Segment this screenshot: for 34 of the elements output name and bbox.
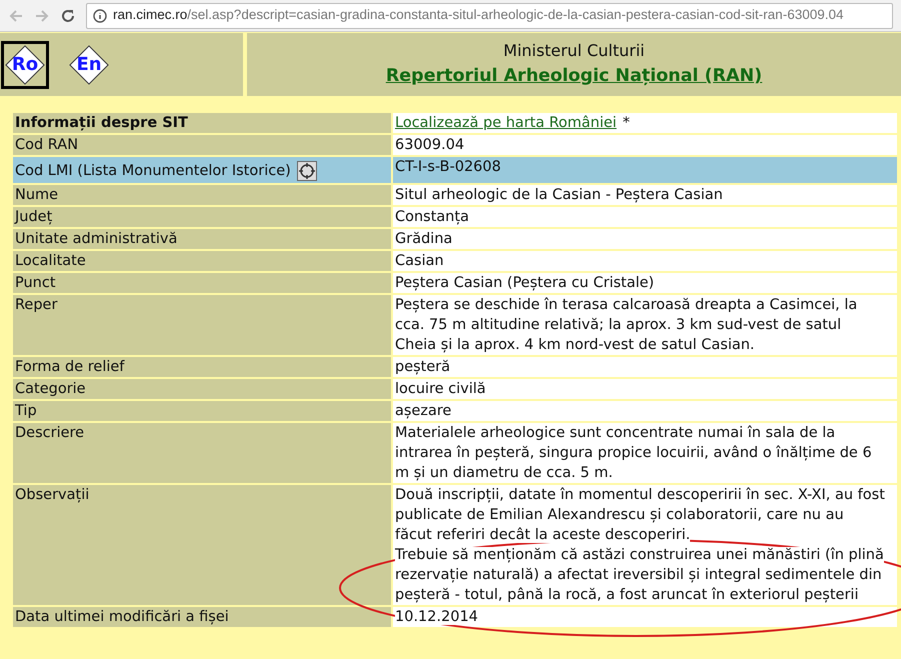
field-value-text: Materialele arheologice sunt concentrate numai în sala de la intrarea în peșteră, singura propice locuirii, având o înălțime de 6 m și un diametru de cca. 5 m. xyxy=(395,424,873,483)
field-label-cell: Observații xyxy=(13,485,391,605)
field-label-cell: Informații despre SIT xyxy=(13,113,391,133)
site-title-link[interactable]: Repertoriul Arheologic Național (RAN) xyxy=(386,63,762,90)
field-label-cell: Forma de relief xyxy=(13,357,391,377)
field-value-text: peșteră xyxy=(395,358,452,377)
field-label-cell: Punct xyxy=(13,273,391,293)
ministry-title: Ministerul Culturii xyxy=(503,40,645,62)
field-value-cell: Localizează pe harta României * xyxy=(393,113,897,133)
address-field[interactable]: ran.cimec.ro/sel.asp?descript=casian-gradina-constanta-situl-arheologic-de-la-casian-pestera-casian-cod-sit-ran-63009.04 xyxy=(86,2,893,28)
field-value-text: Situl arheologic de la Casian - Peștera Casian xyxy=(395,186,724,205)
field-label-cell: Județ xyxy=(13,207,391,227)
field-label-cell: Localitate xyxy=(13,251,391,271)
field-label-cell: Tip xyxy=(13,401,391,421)
field-label-cell: Descriere xyxy=(13,423,391,483)
field-label-cell: Data ultimei modificări a fișei xyxy=(13,607,391,627)
field-label-cell: Categorie xyxy=(13,379,391,399)
field-value-text: Trebuie să menționăm că astăzi construirea unei mănăstiri (în plină rezervație naturală) a afectat ireversibil și integral sedimentele din peșteră - totul, până la rocă, a fost aruncat în exteriorul peșterii xyxy=(395,546,885,605)
language-button[interactable]: Ro xyxy=(1,40,49,88)
map-link[interactable]: Localizează pe harta României xyxy=(395,115,617,131)
field-label-cell: Reper xyxy=(13,295,391,355)
field-label-cell: Cod LMI (Lista Monumentelor Istorice) xyxy=(13,157,391,183)
field-value-text: Peștera Casian (Peștera cu Cristale) xyxy=(395,274,656,293)
info-icon[interactable] xyxy=(93,8,107,22)
field-label-cell: Unitate administrativă xyxy=(13,229,391,249)
url-text: ran.cimec.ro/sel.asp?descript=casian-gradina-constanta-situl-arheologic-de-la-casian-pestera-casian-cod-sit-ran-63009.04 xyxy=(113,6,844,24)
target-icon[interactable] xyxy=(296,161,317,181)
field-value-text: Constanța xyxy=(395,208,470,227)
field-value-text: Două inscripții, datate în momentul descoperirii în sec. X-XI, au fost publicate de Emilian Alexandrescu și colaboratorii, care nu au făcut referiri decât la aceste descoperiri. xyxy=(395,486,885,545)
field-label-cell: Cod RAN xyxy=(13,135,391,155)
reload-icon[interactable] xyxy=(60,8,76,24)
field-value-text: Peștera se deschide în terasa calcaroasă dreapta a Casimcei, la cca. 75 m altitudine relativă; la aprox. 3 km sud-vest de satul Cheia și la aprox. 4 km nord-vest de satul Casian. xyxy=(395,296,858,355)
field-value-text: 10.12.2014 xyxy=(395,608,480,627)
field-label-cell: Nume xyxy=(13,185,391,205)
